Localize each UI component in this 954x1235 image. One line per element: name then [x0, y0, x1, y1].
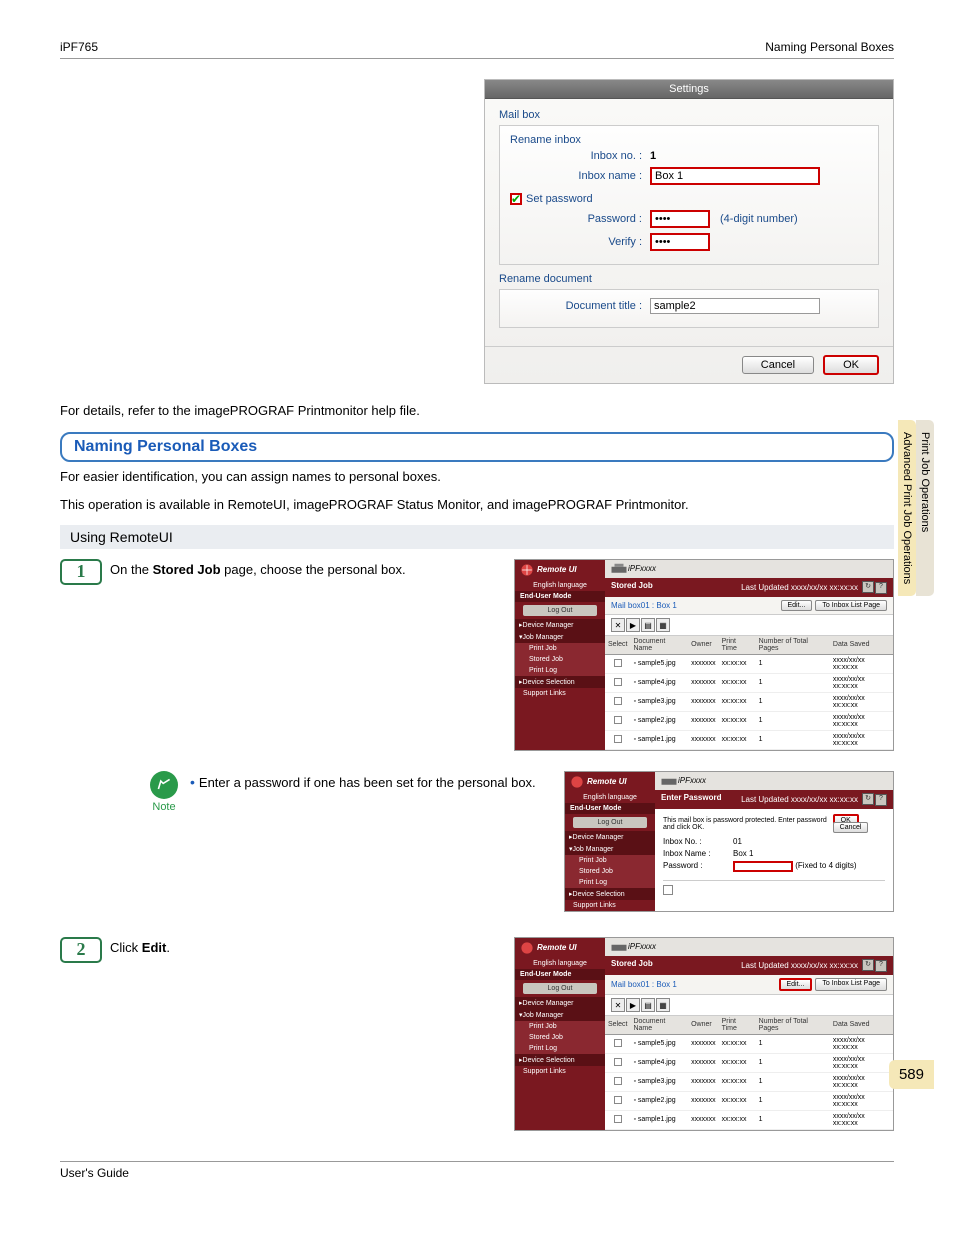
note-text: •Enter a password if one has been set fo…	[190, 771, 554, 790]
play-icon[interactable]: ▶	[626, 618, 640, 632]
note-icon	[150, 771, 178, 799]
settings-title: Settings	[485, 80, 893, 99]
password-input[interactable]	[650, 210, 710, 228]
edit-button[interactable]: Edit...	[781, 600, 813, 611]
job-table: SelectDocument NameOwnerPrint TimeNumber…	[605, 636, 893, 750]
note-block: Note •Enter a password if one has been s…	[150, 771, 894, 912]
step-number-2: 2	[60, 937, 102, 963]
page-number: 589	[889, 1060, 934, 1089]
page-header: iPF765 Naming Personal Boxes	[60, 40, 894, 59]
step-1: 1 On the Stored Job page, choose the per…	[60, 559, 894, 751]
logout-button[interactable]: Log Out	[523, 605, 597, 616]
cancel-button[interactable]: Cancel	[742, 356, 814, 374]
sidetab-print-job-ops[interactable]: Print Job Operations	[916, 420, 934, 596]
edit-button-highlighted[interactable]: Edit...	[779, 978, 813, 991]
mode-label: End-User Mode	[515, 591, 605, 602]
remoteui-screenshot-password: Remote UI English language End-User Mode…	[564, 771, 894, 912]
step-number-1: 1	[60, 559, 102, 585]
inbox-name-label: Inbox name :	[510, 170, 650, 182]
delete-icon[interactable]: ✕	[611, 618, 625, 632]
nav-print-log[interactable]: Print Log	[515, 665, 605, 676]
password-label: Password :	[510, 213, 650, 225]
settings-dialog: Settings Mail box Rename inbox Inbox no.…	[484, 79, 894, 384]
globe-icon	[520, 563, 534, 577]
remoteui-screenshot-2: Remote UI English language End-User Mode…	[514, 937, 894, 1131]
doc-title-input[interactable]	[650, 298, 820, 314]
checkbox-icon	[510, 193, 522, 205]
doc-title-label: Document title :	[510, 300, 650, 312]
remoteui-screenshot-1: Remote UI English language End-User Mode…	[514, 559, 894, 751]
step1-text: On the Stored Job page, choose the perso…	[110, 559, 504, 577]
mailbox-title: Mail box01 : Box 1	[611, 601, 677, 610]
inbox-no-value: 1	[650, 150, 656, 162]
verify-label: Verify :	[510, 236, 650, 248]
nav-support-links[interactable]: Support Links	[515, 688, 605, 699]
back-icon[interactable]	[663, 885, 673, 895]
set-password-checkbox[interactable]: Set password	[510, 193, 593, 205]
pw-message: This mail box is password protected. Ent…	[663, 817, 833, 831]
inbox-list-button[interactable]: To Inbox List Page	[815, 600, 887, 611]
nav-print-job[interactable]: Print Job	[515, 643, 605, 654]
ok-button[interactable]: OK	[823, 355, 879, 375]
set-password-label: Set password	[526, 193, 593, 205]
note-label: Note	[150, 801, 178, 813]
inbox-name-input[interactable]	[650, 167, 820, 185]
doc-icon[interactable]: ▤	[641, 618, 655, 632]
password-hint: (4-digit number)	[720, 213, 798, 225]
using-remoteui-heading: Using RemoteUI	[60, 525, 894, 549]
side-tabs: Print Job Operations Advanced Print Job …	[898, 420, 934, 600]
intro1: For easier identification, you can assig…	[60, 468, 894, 486]
sidetab-advanced-ops[interactable]: Advanced Print Job Operations	[898, 420, 916, 596]
footer: User's Guide	[60, 1161, 894, 1180]
last-updated: Last Updated xxxx/xx/xx xx:xx:xx	[741, 583, 858, 592]
inbox-no-label: Inbox no. :	[510, 150, 650, 162]
intro2: This operation is available in RemoteUI,…	[60, 496, 894, 514]
mailbox-label: Mail box	[499, 109, 879, 121]
nav-stored-job[interactable]: Stored Job	[515, 654, 605, 665]
table-row: ▫ sample3.jpgxxxxxxxxx:xx:xx1xxxx/xx/xx …	[605, 692, 893, 711]
device-name: iPFxxxx	[605, 560, 893, 578]
pw-cancel-button[interactable]: Cancel	[833, 822, 869, 833]
refresh-icon[interactable]: ↻	[862, 581, 874, 593]
rename-doc-label: Rename document	[499, 273, 879, 285]
verify-input[interactable]	[650, 233, 710, 251]
table-row: ▫ sample2.jpgxxxxxxxxx:xx:xx1xxxx/xx/xx …	[605, 711, 893, 730]
nav-device-manager[interactable]: ▸Device Manager	[515, 619, 605, 631]
enter-password-title: Enter Password	[661, 793, 721, 806]
list-icon[interactable]: ▦	[656, 618, 670, 632]
language-link[interactable]: English language	[515, 580, 605, 591]
section-heading: Naming Personal Boxes	[60, 432, 894, 462]
pw-input[interactable]	[733, 861, 793, 872]
heading-link[interactable]: Naming Personal Boxes	[74, 438, 257, 455]
table-row: ▫ sample1.jpgxxxxxxxxx:xx:xx1xxxx/xx/xx …	[605, 730, 893, 749]
header-right: Naming Personal Boxes	[765, 40, 894, 54]
step2-text: Click Edit.	[110, 937, 504, 955]
printer-icon	[610, 562, 628, 576]
nav-job-manager[interactable]: ▾Job Manager	[515, 631, 605, 643]
rename-inbox-label: Rename inbox	[510, 134, 868, 146]
help-icon[interactable]: ?	[875, 582, 887, 594]
remoteui-logo: Remote UI	[515, 560, 605, 580]
table-row: ▫ sample5.jpgxxxxxxxxx:xx:xx1xxxx/xx/xx …	[605, 654, 893, 673]
step-2: 2 Click Edit. Remote UI English language…	[60, 937, 894, 1131]
stored-job-title: Stored Job	[611, 581, 653, 594]
table-row: ▫ sample4.jpgxxxxxxxxx:xx:xx1xxxx/xx/xx …	[605, 673, 893, 692]
reference-text: For details, refer to the imagePROGRAF P…	[60, 402, 894, 420]
nav-device-selection[interactable]: ▸Device Selection	[515, 676, 605, 688]
header-left: iPF765	[60, 40, 98, 54]
toolbar: ✕▶▤▦	[605, 615, 893, 636]
